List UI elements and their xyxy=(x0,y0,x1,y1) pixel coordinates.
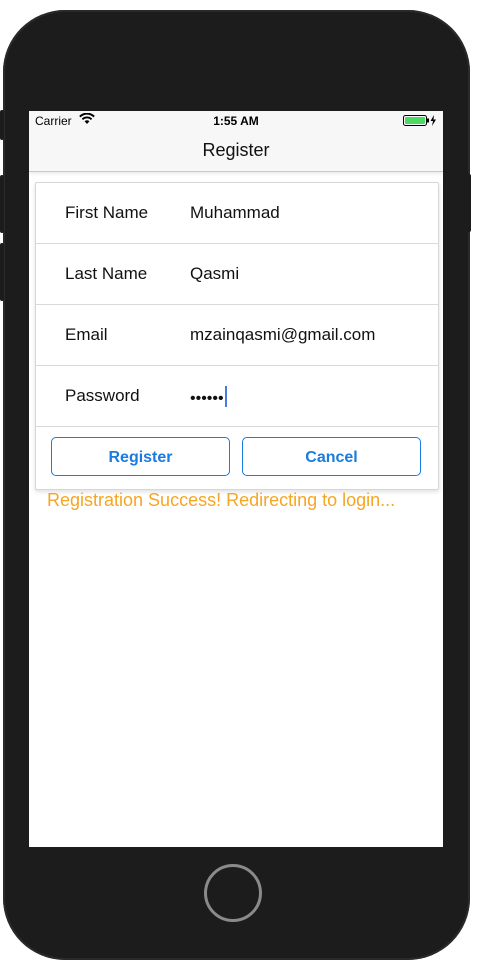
password-label: Password xyxy=(65,386,140,405)
email-label: Email xyxy=(65,325,108,344)
navigation-bar: Register xyxy=(29,131,443,172)
password-row: Password •••••• xyxy=(36,366,438,427)
first-name-label: First Name xyxy=(65,203,149,222)
mute-switch xyxy=(0,110,4,140)
last-name-row: Last Name Qasmi xyxy=(36,244,438,305)
first-name-row: First Name Muhammad xyxy=(36,183,438,244)
first-name-field[interactable]: Muhammad xyxy=(190,203,280,223)
status-time: 1:55 AM xyxy=(213,114,259,128)
register-form-card: First Name Muhammad Last Name Qasmi Emai… xyxy=(35,182,439,490)
cancel-button[interactable]: Cancel xyxy=(242,437,421,476)
home-button[interactable] xyxy=(204,864,262,922)
register-button[interactable]: Register xyxy=(51,437,230,476)
page-title: Register xyxy=(202,140,270,160)
battery-charging-icon xyxy=(403,115,437,130)
last-name-label: Last Name xyxy=(65,264,148,283)
volume-down-button xyxy=(0,243,4,301)
power-button xyxy=(466,174,471,232)
password-dots: •••••• xyxy=(190,390,224,407)
screen: Carrier 1:55 AM Register First Name Muha… xyxy=(29,111,443,847)
volume-up-button xyxy=(0,175,4,233)
last-name-field[interactable]: Qasmi xyxy=(190,264,239,284)
password-field[interactable]: •••••• xyxy=(190,386,227,408)
email-row: Email mzainqasmi@gmail.com xyxy=(36,305,438,366)
status-message: Registration Success! Redirecting to log… xyxy=(47,490,396,510)
email-field[interactable]: mzainqasmi@gmail.com xyxy=(190,325,375,345)
text-cursor xyxy=(224,386,227,407)
status-bar: Carrier 1:55 AM xyxy=(29,111,443,131)
